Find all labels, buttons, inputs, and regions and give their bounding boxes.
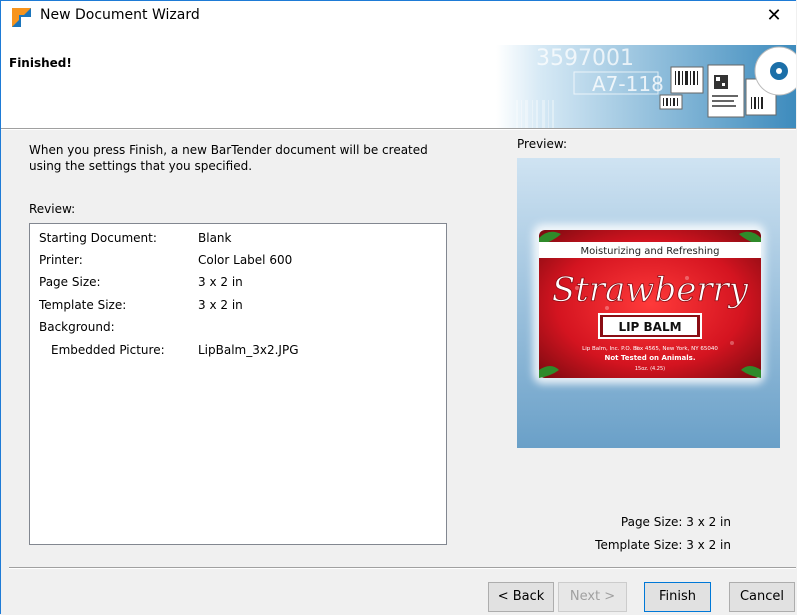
finish-button[interactable]: Finish (644, 582, 711, 612)
review-list[interactable]: Starting Document: Blank Printer: Color … (29, 223, 447, 545)
preview-template-size: Template Size: 3 x 2 in (595, 538, 731, 552)
label-product-name: Strawberry (552, 270, 749, 310)
intro-text: When you press Finish, a new BarTender d… (29, 143, 428, 173)
label-preview-image: Moisturizing and Refreshing Strawberry L… (533, 224, 765, 384)
preview-label: Preview: (517, 137, 568, 151)
review-value: LipBalm_3x2.JPG (198, 343, 299, 357)
bartender-app-icon (12, 8, 31, 27)
label-tagline: Moisturizing and Refreshing (581, 246, 720, 257)
review-value: 3 x 2 in (198, 275, 243, 289)
close-button[interactable]: ✕ (752, 1, 796, 31)
header-divider (1, 128, 796, 130)
title-bar[interactable]: New Document Wizard ✕ (1, 1, 796, 31)
review-value: 3 x 2 in (198, 298, 243, 312)
wizard-window: New Document Wizard ✕ Finished! 3597001 … (0, 0, 796, 614)
wizard-header: Finished! 3597001 A7-118 (1, 31, 796, 128)
preview-pane: Moisturizing and Refreshing Strawberry L… (517, 158, 780, 448)
back-button[interactable]: < Back (488, 582, 554, 612)
review-label: Review: (29, 202, 76, 216)
review-row-background: Background: (30, 320, 430, 340)
banner-number-b: A7-118 (592, 72, 664, 96)
review-row-starting-document: Starting Document: Blank (30, 231, 430, 251)
review-key: Printer: (39, 253, 83, 267)
review-key: Template Size: (39, 298, 127, 312)
review-row-template-size: Template Size: 3 x 2 in (30, 298, 430, 318)
label-address: Lip Balm, Inc. P.O. Box 4565, New York, … (582, 346, 718, 352)
review-row-page-size: Page Size: 3 x 2 in (30, 275, 430, 295)
review-key: Embedded Picture: (51, 343, 165, 357)
preview-page-size: Page Size: 3 x 2 in (620, 515, 731, 529)
label-subtitle: LIP BALM (618, 320, 681, 334)
label-claim: Not Tested on Animals. (604, 354, 695, 362)
review-value: Blank (198, 231, 232, 245)
review-value: Color Label 600 (198, 253, 293, 267)
review-key: Page Size: (39, 275, 101, 289)
banner-number-a: 3597001 (536, 46, 634, 71)
review-key: Background: (39, 320, 115, 334)
page-title: Finished! (9, 56, 72, 70)
cancel-button[interactable]: Cancel (729, 582, 795, 612)
label-size: 15oz. (4.25) (635, 366, 665, 372)
review-key: Starting Document: (39, 231, 157, 245)
barcode-banner-image: 3597001 A7-118 (496, 45, 796, 128)
review-row-embedded-picture: Embedded Picture: LipBalm_3x2.JPG (30, 343, 430, 363)
window-title: New Document Wizard (40, 7, 200, 23)
footer-divider (9, 567, 796, 569)
next-button[interactable]: Next > (558, 582, 627, 612)
review-row-printer: Printer: Color Label 600 (30, 253, 430, 273)
